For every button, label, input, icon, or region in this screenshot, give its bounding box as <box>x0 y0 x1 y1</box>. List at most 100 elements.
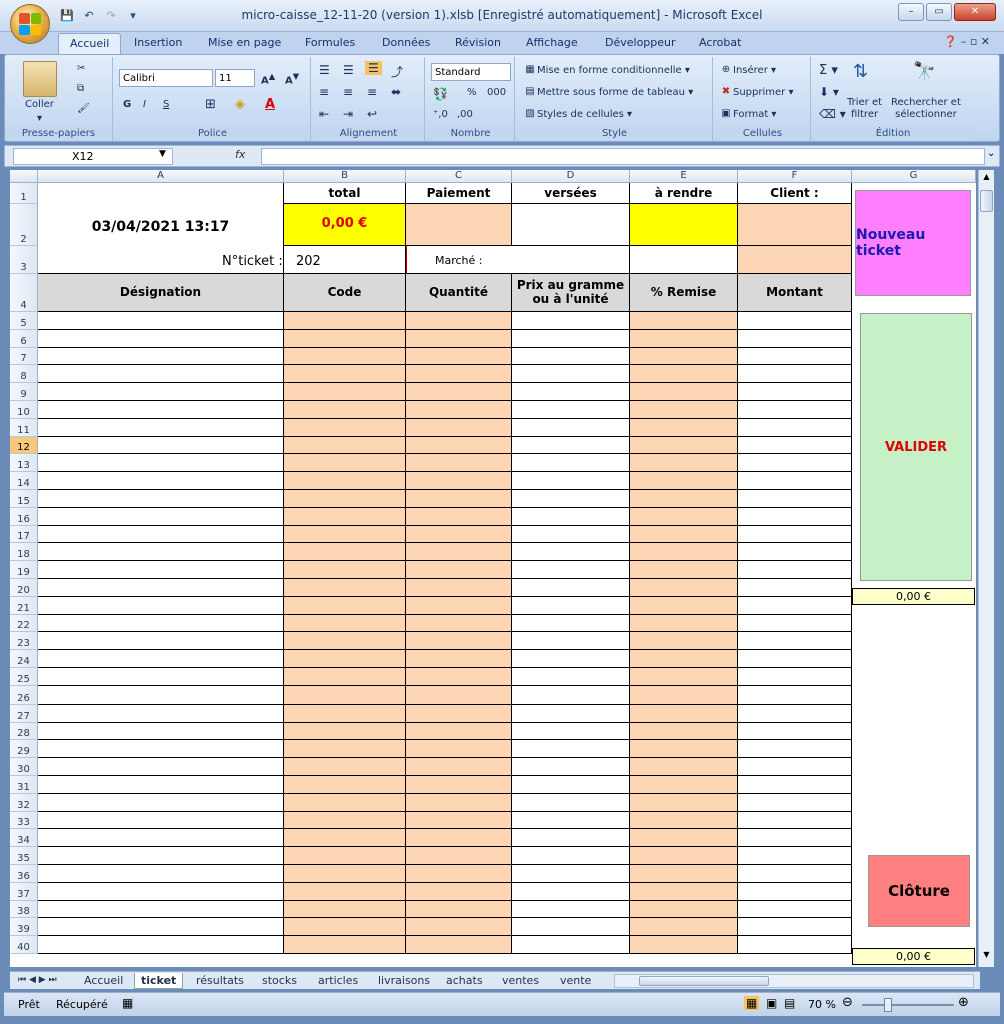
ticket-line-cell[interactable] <box>284 579 406 597</box>
align-center-icon[interactable]: ≡ <box>343 85 353 99</box>
client-extra-input[interactable] <box>738 246 852 274</box>
ticket-line-cell[interactable] <box>630 579 738 597</box>
ticket-line-cell[interactable] <box>738 561 852 579</box>
ticket-line-cell[interactable] <box>284 847 406 865</box>
ticket-line-cell[interactable] <box>38 312 284 330</box>
tab-accueil[interactable]: Accueil <box>58 33 122 54</box>
ticket-line-cell[interactable] <box>406 685 512 705</box>
font-size-select[interactable]: 11 <box>215 69 255 87</box>
ticket-line-cell[interactable] <box>512 543 630 562</box>
marche-input[interactable] <box>630 246 738 274</box>
sort-filter-button[interactable]: Trier et filtrer <box>847 97 882 121</box>
ticket-line-cell[interactable] <box>284 347 406 366</box>
ticket-line-cell[interactable] <box>738 401 852 419</box>
ticket-line-cell[interactable] <box>512 490 630 508</box>
ticket-line-cell[interactable] <box>38 383 284 401</box>
ticket-line-cell[interactable] <box>406 579 512 597</box>
row-header[interactable]: 29 <box>10 740 38 759</box>
bold-button[interactable]: G <box>123 99 131 110</box>
tab-donnees[interactable]: Données <box>382 36 430 49</box>
ticket-line-cell[interactable] <box>630 365 738 384</box>
ticket-line-cell[interactable] <box>630 401 738 419</box>
select-all-corner[interactable] <box>10 170 38 183</box>
ticket-line-cell[interactable] <box>738 758 852 776</box>
ticket-line-cell[interactable] <box>406 614 512 633</box>
ticket-line-cell[interactable] <box>38 847 284 865</box>
ticket-line-cell[interactable] <box>738 722 852 741</box>
fill-color-icon[interactable]: ◈ <box>235 97 245 112</box>
maximize-button[interactable]: ▭ <box>926 3 952 21</box>
ticket-line-cell[interactable] <box>38 632 284 651</box>
ticket-line-cell[interactable] <box>512 758 630 776</box>
ticket-line-cell[interactable] <box>630 811 738 830</box>
zoom-level[interactable]: 70 % <box>808 998 836 1011</box>
ticket-line-cell[interactable] <box>38 758 284 776</box>
paste-button[interactable]: Coller <box>25 99 54 110</box>
row-header[interactable]: 13 <box>10 454 38 473</box>
row-header[interactable]: 21 <box>10 596 38 615</box>
ticket-line-cell[interactable] <box>738 454 852 473</box>
ticket-line-cell[interactable] <box>738 525 852 544</box>
ticket-line-cell[interactable] <box>738 793 852 812</box>
ticket-line-cell[interactable] <box>406 383 512 401</box>
shrink-font-icon[interactable]: A▼ <box>285 71 299 86</box>
g40-total[interactable]: 0,00 € <box>852 948 975 965</box>
ticket-line-cell[interactable] <box>512 918 630 937</box>
ticket-line-cell[interactable] <box>630 614 738 633</box>
ticket-line-cell[interactable] <box>512 936 630 954</box>
ticket-line-cell[interactable] <box>38 347 284 366</box>
ticket-line-cell[interactable] <box>38 685 284 705</box>
ticket-line-cell[interactable] <box>630 490 738 508</box>
name-box-dropdown-icon[interactable]: ▼ <box>159 149 166 159</box>
ticket-line-cell[interactable] <box>512 811 630 830</box>
vertical-scroll-thumb[interactable] <box>980 190 993 212</box>
ticket-line-cell[interactable] <box>38 454 284 473</box>
ticket-line-cell[interactable] <box>406 525 512 544</box>
ticket-line-cell[interactable] <box>738 936 852 954</box>
ticket-line-cell[interactable] <box>738 596 852 615</box>
page-break-icon[interactable]: ▤ <box>784 996 795 1010</box>
ticket-line-cell[interactable] <box>284 543 406 562</box>
ticket-line-cell[interactable] <box>630 312 738 330</box>
ticket-line-cell[interactable] <box>38 507 284 526</box>
number-format-select[interactable]: Standard <box>431 63 511 81</box>
sheet-tab-stocks[interactable]: stocks <box>256 973 303 989</box>
ticket-line-cell[interactable] <box>406 347 512 366</box>
ticket-line-cell[interactable] <box>284 507 406 526</box>
align-bottom-icon[interactable]: ☰ <box>365 61 382 75</box>
row-header[interactable]: 7 <box>10 347 38 366</box>
paste-icon[interactable] <box>23 61 57 97</box>
marche-cell[interactable]: Marché : <box>406 246 630 274</box>
prix-header[interactable]: Prix au gramme ou à l'unité <box>512 274 630 312</box>
office-button[interactable] <box>10 4 50 44</box>
ticket-line-cell[interactable] <box>38 579 284 597</box>
name-box[interactable]: X12 <box>13 148 173 165</box>
ticket-line-cell[interactable] <box>512 900 630 919</box>
row-header[interactable]: 5 <box>10 312 38 330</box>
row-header[interactable]: 1 <box>10 183 38 204</box>
ticket-line-cell[interactable] <box>630 632 738 651</box>
ticket-line-cell[interactable] <box>38 418 284 437</box>
ticket-line-cell[interactable] <box>284 454 406 473</box>
ticket-line-cell[interactable] <box>38 704 284 723</box>
ticket-line-cell[interactable] <box>630 650 738 668</box>
ticket-line-cell[interactable] <box>38 722 284 741</box>
ticket-line-cell[interactable] <box>738 632 852 651</box>
help-icon[interactable]: ❓ – ▫ ✕ <box>944 35 990 48</box>
ticket-line-cell[interactable] <box>512 312 630 330</box>
client-input[interactable] <box>738 204 852 246</box>
ticket-line-cell[interactable] <box>512 865 630 883</box>
ticket-line-cell[interactable] <box>284 722 406 741</box>
ticket-line-cell[interactable] <box>406 865 512 883</box>
row-header[interactable]: 37 <box>10 882 38 901</box>
ticket-line-cell[interactable] <box>512 579 630 597</box>
ticket-line-cell[interactable] <box>630 829 738 848</box>
row-header[interactable]: 27 <box>10 704 38 723</box>
ticket-line-cell[interactable] <box>630 936 738 954</box>
ticket-line-cell[interactable] <box>738 472 852 490</box>
ticket-line-cell[interactable] <box>738 704 852 723</box>
ticket-line-cell[interactable] <box>284 758 406 776</box>
row-header[interactable]: 22 <box>10 614 38 633</box>
remise-header[interactable]: % Remise <box>630 274 738 312</box>
ticket-line-cell[interactable] <box>630 740 738 759</box>
